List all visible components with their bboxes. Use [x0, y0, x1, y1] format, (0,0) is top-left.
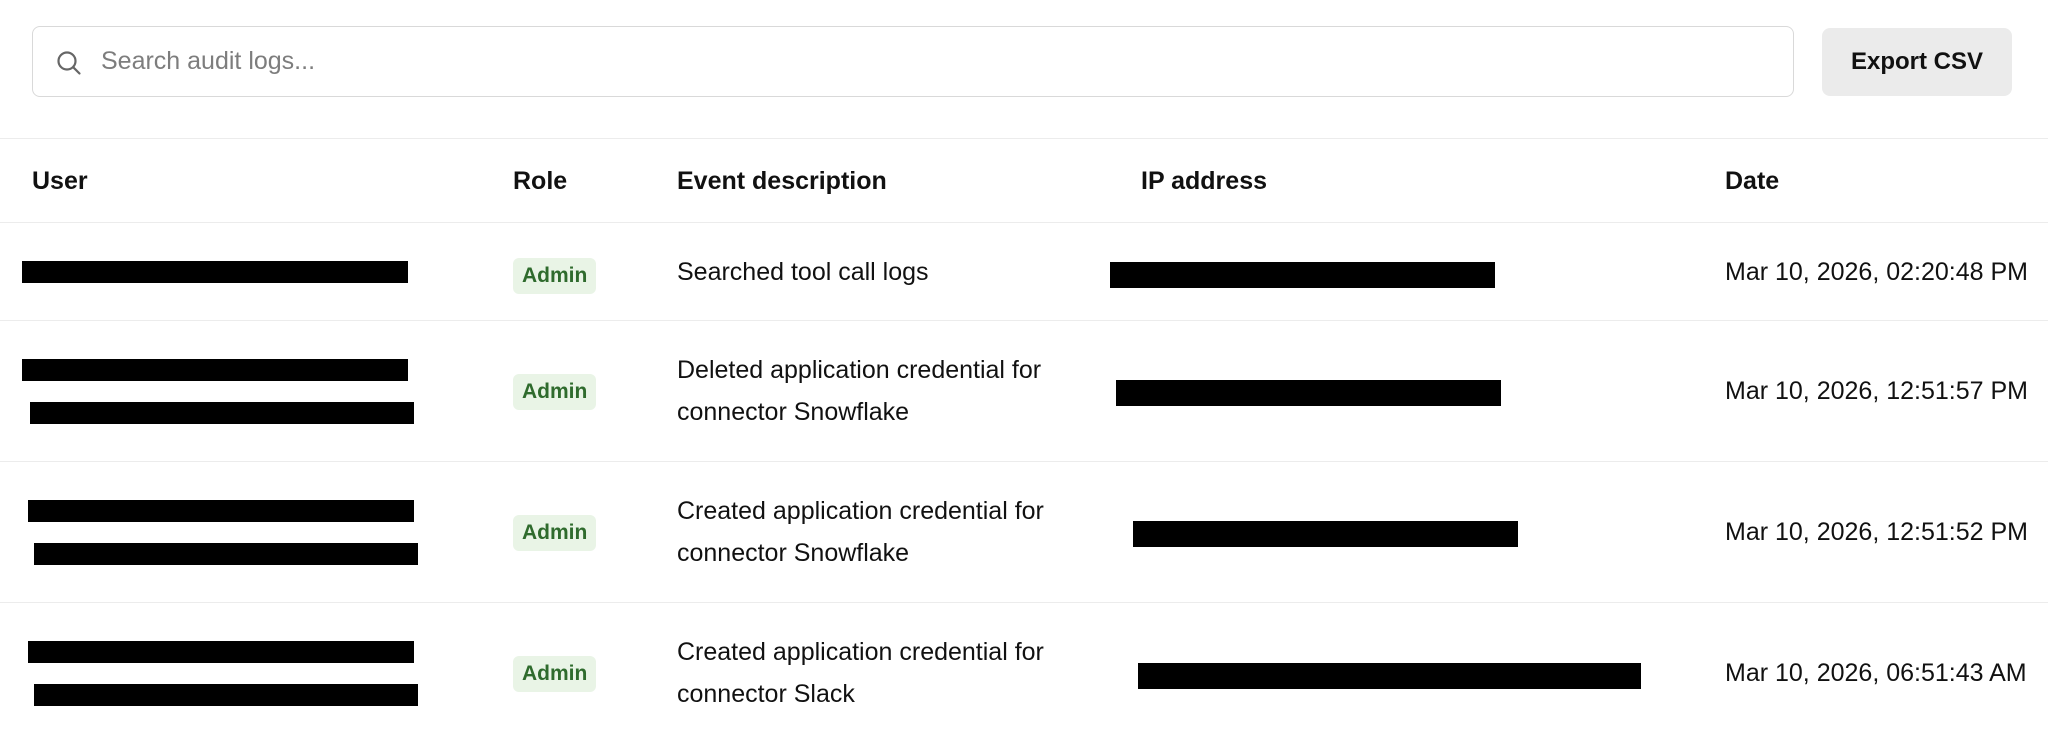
event-description: Created application credential for conne… — [677, 497, 1044, 567]
event-date: Mar 10, 2026, 12:51:52 PM — [1725, 518, 2028, 546]
table-header: User Role Event description IP address D… — [0, 139, 2048, 223]
search-input[interactable] — [101, 27, 1761, 96]
event-description: Created application credential for conne… — [677, 638, 1044, 708]
role-badge: Admin — [513, 374, 597, 410]
table-row[interactable]: Admin Created application credential for… — [0, 603, 2048, 744]
role-badge: Admin — [513, 656, 597, 692]
table-row[interactable]: Admin Searched tool call logs Mar 10, 20… — [0, 223, 2048, 321]
search-box[interactable] — [32, 26, 1794, 97]
export-csv-button[interactable]: Export CSV — [1822, 28, 2012, 96]
column-header-date: Date — [1725, 167, 1780, 195]
audit-log-table: User Role Event description IP address D… — [0, 139, 2048, 744]
column-header-role: Role — [513, 167, 568, 195]
column-header-ip: IP address — [1141, 167, 1268, 195]
redacted-user — [34, 684, 418, 706]
redacted-ip — [1133, 521, 1518, 547]
event-date: Mar 10, 2026, 02:20:48 PM — [1725, 258, 2028, 286]
redacted-ip — [1138, 663, 1641, 689]
role-badge: Admin — [513, 258, 597, 294]
audit-log-toolbar: Export CSV — [0, 0, 2048, 139]
table-row[interactable]: Admin Created application credential for… — [0, 462, 2048, 603]
event-date: Mar 10, 2026, 06:51:43 AM — [1725, 659, 2027, 687]
event-date: Mar 10, 2026, 12:51:57 PM — [1725, 377, 2028, 405]
redacted-ip — [1110, 262, 1495, 288]
column-header-event: Event description — [677, 167, 887, 195]
redacted-user — [28, 641, 414, 663]
table-row[interactable]: Admin Deleted application credential for… — [0, 321, 2048, 462]
redacted-user — [30, 402, 414, 424]
event-description: Deleted application credential for conne… — [677, 356, 1042, 426]
column-header-user: User — [32, 167, 88, 195]
role-badge: Admin — [513, 515, 597, 551]
redacted-user — [22, 359, 408, 381]
redacted-user — [22, 261, 408, 283]
redacted-ip — [1116, 380, 1501, 406]
search-icon — [57, 51, 81, 75]
redacted-user — [34, 543, 418, 565]
event-description: Searched tool call logs — [677, 258, 929, 286]
redacted-user — [28, 500, 414, 522]
